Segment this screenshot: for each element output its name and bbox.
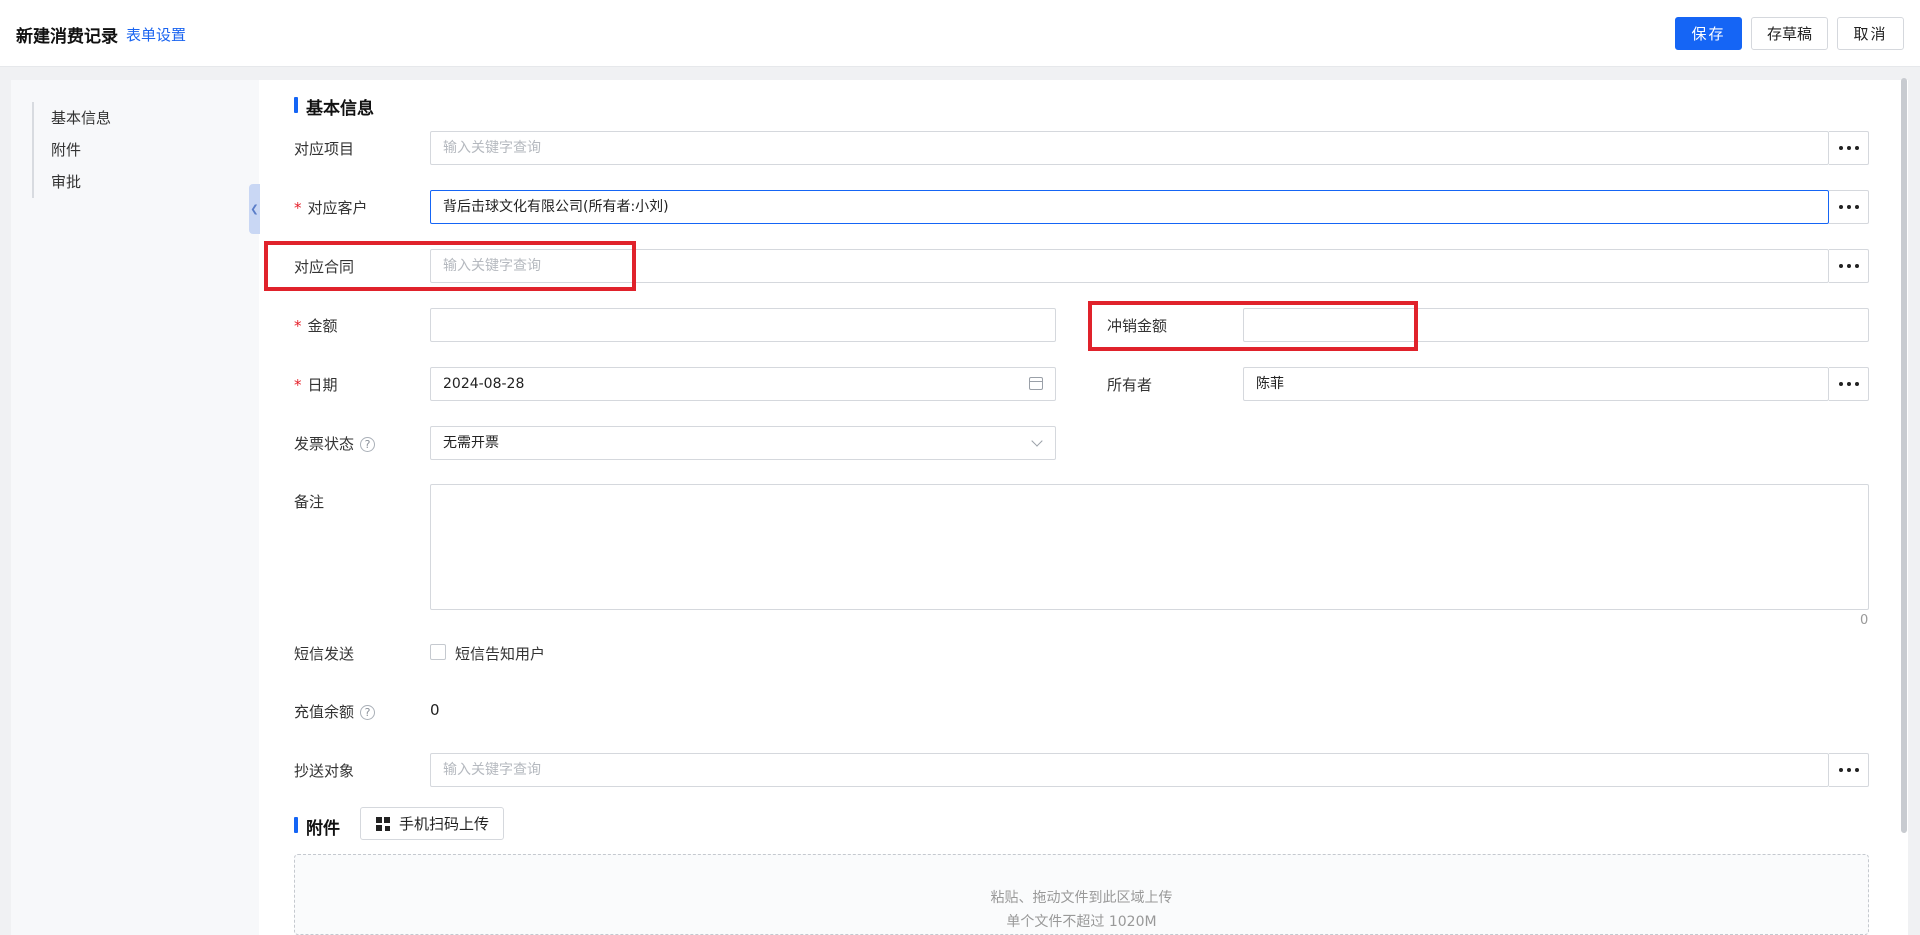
customer-picker-button[interactable] — [1829, 190, 1869, 224]
invoice-status-select[interactable]: 无需开票 — [430, 426, 1056, 460]
more-dots-icon — [1838, 768, 1843, 772]
sms-label: 短信发送 — [294, 645, 355, 663]
project-picker-button[interactable] — [1829, 131, 1869, 165]
amount-input[interactable] — [430, 308, 1056, 342]
required-mark: * — [294, 199, 302, 217]
calendar-icon — [1029, 377, 1043, 390]
remark-label: 备注 — [294, 493, 325, 511]
contract-picker-button[interactable] — [1829, 249, 1869, 283]
owner-input[interactable]: 陈菲 — [1243, 367, 1829, 401]
form-panel: 基本信息 附件 审批 ❮ 基本信息 对应项目 输入关键字查询 * 对应客户 背后击… — [11, 80, 1908, 935]
scan-upload-label: 手机扫码上传 — [399, 815, 490, 833]
more-dots-icon — [1838, 146, 1843, 150]
save-draft-button[interactable]: 存草稿 — [1751, 17, 1828, 50]
customer-input[interactable]: 背后击球文化有限公司(所有者:小刘) — [430, 190, 1829, 224]
nav-item-attachments[interactable]: 附件 — [51, 134, 111, 166]
page-header: 新建消费记录 表单设置 保存 存草稿 取消 — [0, 0, 1920, 67]
sms-notify-option-label[interactable]: 短信告知用户 — [455, 643, 545, 664]
remark-textarea[interactable] — [430, 484, 1869, 610]
form-settings-link[interactable]: 表单设置 — [126, 24, 186, 45]
section-title-attachments: 附件 — [294, 814, 340, 839]
customer-label: * 对应客户 — [294, 199, 368, 217]
cc-input[interactable]: 输入关键字查询 — [430, 753, 1829, 787]
project-label: 对应项目 — [294, 140, 355, 158]
date-label: * 日期 — [294, 376, 338, 394]
sms-notify-checkbox[interactable] — [430, 644, 446, 660]
required-mark: * — [294, 376, 302, 394]
date-value: 2024-08-28 — [443, 376, 525, 392]
section-nav: 基本信息 附件 审批 — [11, 80, 259, 935]
highlight-box-offset-amount — [1088, 301, 1418, 351]
invoice-status-label: 发票状态? — [294, 433, 376, 454]
help-icon[interactable]: ? — [360, 705, 376, 720]
cancel-button[interactable]: 取消 — [1837, 17, 1904, 50]
size-hint-text: 单个文件不超过 1020M — [1006, 914, 1157, 930]
required-mark: * — [294, 317, 302, 335]
more-dots-icon — [1838, 264, 1843, 268]
nav-item-basic-info[interactable]: 基本信息 — [51, 102, 111, 134]
chevron-down-icon — [1031, 435, 1043, 447]
date-input[interactable]: 2024-08-28 — [430, 367, 1056, 401]
qr-code-icon — [376, 816, 390, 831]
more-dots-icon — [1838, 205, 1843, 209]
balance-value: 0 — [430, 701, 440, 719]
balance-label: 充值余额? — [294, 701, 376, 722]
remark-char-counter: 0 — [1860, 613, 1869, 628]
project-input[interactable]: 输入关键字查询 — [430, 131, 1829, 165]
file-drop-zone[interactable]: 粘贴、拖动文件到此区域上传 单个文件不超过 1020M — [294, 854, 1869, 935]
help-icon[interactable]: ? — [360, 437, 376, 452]
amount-label: * 金额 — [294, 317, 338, 335]
page-title: 新建消费记录 — [16, 27, 118, 47]
drop-hint-text: 粘贴、拖动文件到此区域上传 — [990, 890, 1173, 906]
cc-label: 抄送对象 — [294, 762, 355, 780]
vertical-scrollbar[interactable] — [1901, 78, 1907, 833]
highlight-box-contract — [264, 241, 636, 291]
more-dots-icon — [1838, 382, 1843, 386]
invoice-status-value: 无需开票 — [443, 435, 499, 451]
owner-picker-button[interactable] — [1829, 367, 1869, 401]
form-content: 基本信息 对应项目 输入关键字查询 * 对应客户 背后击球文化有限公司(所有者:小… — [259, 80, 1897, 935]
contract-input[interactable]: 输入关键字查询 — [430, 249, 1829, 283]
cc-picker-button[interactable] — [1829, 753, 1869, 787]
chevron-left-icon: ❮ — [250, 203, 259, 215]
nav-item-approval[interactable]: 审批 — [51, 166, 111, 198]
save-button[interactable]: 保存 — [1675, 17, 1742, 50]
section-title-basic-info: 基本信息 — [294, 94, 374, 119]
scan-upload-button[interactable]: 手机扫码上传 — [360, 807, 505, 840]
owner-label: 所有者 — [1107, 376, 1153, 394]
